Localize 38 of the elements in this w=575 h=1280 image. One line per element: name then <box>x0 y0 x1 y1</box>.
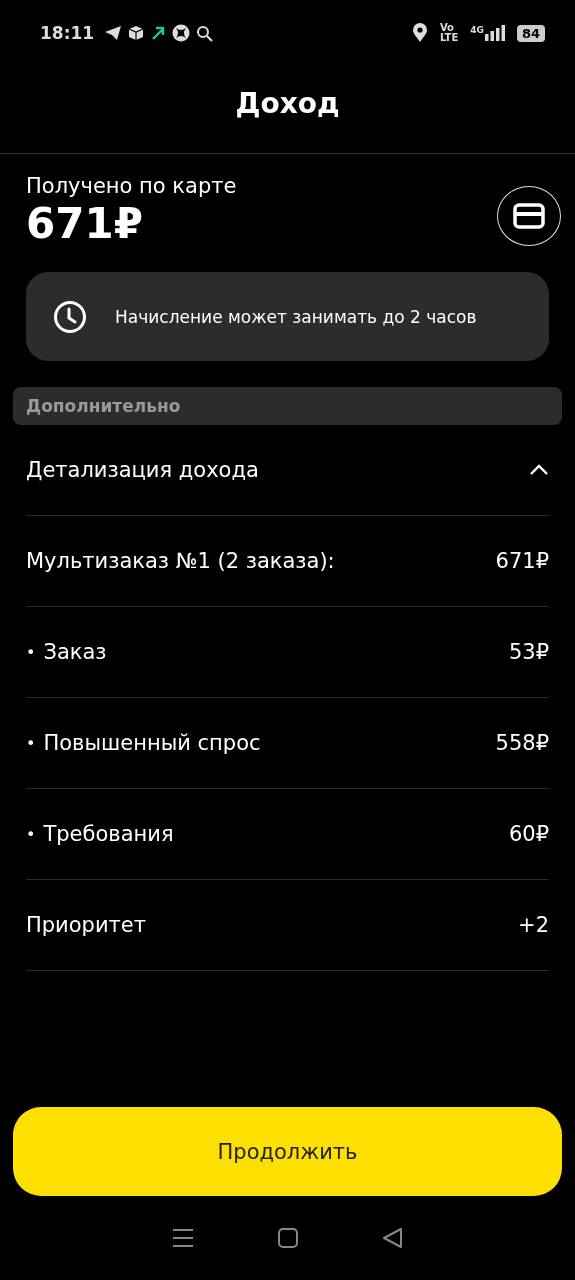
row-label: Мультизаказ №1 (2 заказа): <box>26 549 335 573</box>
location-icon <box>411 23 428 43</box>
section-title: Дополнительно <box>26 396 181 416</box>
bullet-mark: • <box>26 642 36 662</box>
row-value: 53₽ <box>508 640 549 664</box>
search-icon <box>196 24 214 42</box>
row-value: +2 <box>518 913 549 937</box>
app-icon <box>172 24 191 42</box>
volte-label: LTE <box>439 33 459 43</box>
send-icon <box>104 25 123 41</box>
back-icon <box>381 1227 404 1249</box>
row-label: Требования <box>43 822 174 846</box>
notice-text: Начисление может занимать до 2 часов <box>115 306 477 327</box>
box-icon <box>128 25 145 41</box>
row-value: 558₽ <box>495 731 549 755</box>
received-amount: 671₽ <box>26 198 144 250</box>
clock-icon <box>53 299 87 334</box>
row-label: Повышенный спрос <box>43 731 261 755</box>
row-label: Приоритет <box>26 913 146 937</box>
card-icon <box>513 203 545 229</box>
row-value: 60₽ <box>508 822 549 846</box>
screen-title: Доход <box>235 87 340 120</box>
network-label: 4G <box>470 25 484 35</box>
chevron-icon <box>529 464 549 476</box>
bullet-mark: • <box>26 733 36 753</box>
status-time: 18:11 <box>40 23 95 43</box>
received-label: Получено по карте <box>26 174 237 198</box>
bullet-mark: • <box>26 824 36 844</box>
volte-label: Vo <box>439 23 455 33</box>
row-value: 671₽ <box>495 549 549 573</box>
home-icon <box>276 1227 299 1249</box>
continue-button[interactable]: Продолжить <box>13 1107 562 1196</box>
details-toggle[interactable]: Детализация дохода <box>26 425 549 516</box>
battery-indicator: 84 <box>516 24 545 42</box>
row-label: Заказ <box>43 640 107 664</box>
arrow-icon <box>150 25 167 41</box>
menu-icon <box>171 1228 194 1248</box>
signal-icon <box>484 25 505 41</box>
